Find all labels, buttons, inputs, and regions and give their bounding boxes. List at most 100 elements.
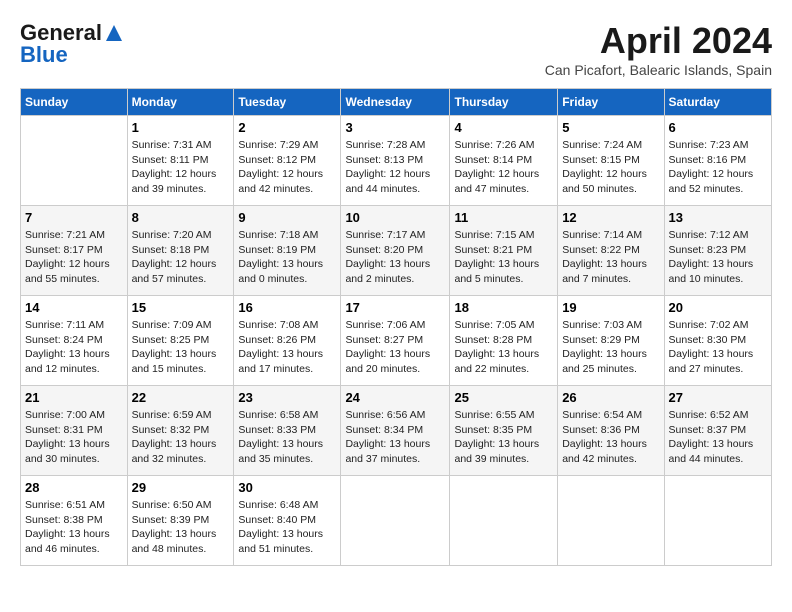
week-row-4: 21 Sunrise: 7:00 AMSunset: 8:31 PMDayligh… (21, 386, 772, 476)
week-row-5: 28 Sunrise: 6:51 AMSunset: 8:38 PMDayligh… (21, 476, 772, 566)
calendar-cell-w3-d7: 20 Sunrise: 7:02 AMSunset: 8:30 PMDayligh… (664, 296, 771, 386)
day-detail: Sunrise: 6:48 AMSunset: 8:40 PMDaylight:… (238, 498, 336, 557)
weekday-header-row: Sunday Monday Tuesday Wednesday Thursday… (21, 89, 772, 116)
calendar-cell-w4-d2: 22 Sunrise: 6:59 AMSunset: 8:32 PMDayligh… (127, 386, 234, 476)
day-number: 6 (669, 120, 767, 135)
logo-icon (104, 23, 124, 43)
calendar-cell-w4-d7: 27 Sunrise: 6:52 AMSunset: 8:37 PMDayligh… (664, 386, 771, 476)
week-row-2: 7Sunrise: 7:21 AMSunset: 8:17 PMDaylight… (21, 206, 772, 296)
page-container: General Blue April 2024 Can Picafort, Ba… (20, 20, 772, 566)
day-number: 25 (454, 390, 553, 405)
week-row-3: 14Sunrise: 7:11 AMSunset: 8:24 PMDayligh… (21, 296, 772, 386)
header-sunday: Sunday (21, 89, 128, 116)
day-detail: Sunrise: 7:18 AMSunset: 8:19 PMDaylight:… (238, 228, 336, 287)
calendar-cell-w3-d4: 17Sunrise: 7:06 AMSunset: 8:27 PMDayligh… (341, 296, 450, 386)
day-number: 21 (25, 390, 123, 405)
logo-blue-text: Blue (20, 42, 68, 68)
calendar-cell-w1-d5: 4Sunrise: 7:26 AMSunset: 8:14 PMDaylight… (450, 116, 558, 206)
day-detail: Sunrise: 7:15 AMSunset: 8:21 PMDaylight:… (454, 228, 553, 287)
calendar-cell-w3-d1: 14Sunrise: 7:11 AMSunset: 8:24 PMDayligh… (21, 296, 128, 386)
calendar-cell-w4-d1: 21 Sunrise: 7:00 AMSunset: 8:31 PMDayligh… (21, 386, 128, 476)
day-detail: Sunrise: 7:31 AMSunset: 8:11 PMDaylight:… (132, 138, 230, 197)
day-number: 18 (454, 300, 553, 315)
day-detail: Sunrise: 7:03 AMSunset: 8:29 PMDaylight:… (562, 318, 659, 377)
header-saturday: Saturday (664, 89, 771, 116)
calendar-cell-w5-d2: 29Sunrise: 6:50 AMSunset: 8:39 PMDayligh… (127, 476, 234, 566)
day-detail: Sunrise: 6:58 AMSunset: 8:33 PMDaylight:… (238, 408, 336, 467)
day-number: 24 (345, 390, 445, 405)
calendar-cell-w2-d1: 7Sunrise: 7:21 AMSunset: 8:17 PMDaylight… (21, 206, 128, 296)
calendar-cell-w4-d4: 24 Sunrise: 6:56 AMSunset: 8:34 PMDayligh… (341, 386, 450, 476)
day-detail: Sunrise: 7:21 AMSunset: 8:17 PMDaylight:… (25, 228, 123, 287)
day-detail: Sunrise: 6:55 AMSunset: 8:35 PMDaylight:… (454, 408, 553, 467)
day-number: 8 (132, 210, 230, 225)
calendar-cell-w2-d7: 13Sunrise: 7:12 AMSunset: 8:23 PMDayligh… (664, 206, 771, 296)
header: General Blue April 2024 Can Picafort, Ba… (20, 20, 772, 78)
day-number: 12 (562, 210, 659, 225)
day-detail: Sunrise: 7:00 AMSunset: 8:31 PMDaylight:… (25, 408, 123, 467)
header-wednesday: Wednesday (341, 89, 450, 116)
day-detail: Sunrise: 7:28 AMSunset: 8:13 PMDaylight:… (345, 138, 445, 197)
day-number: 5 (562, 120, 659, 135)
location: Can Picafort, Balearic Islands, Spain (545, 62, 772, 78)
day-number: 16 (238, 300, 336, 315)
day-number: 28 (25, 480, 123, 495)
day-number: 2 (238, 120, 336, 135)
calendar-cell-w4-d3: 23Sunrise: 6:58 AMSunset: 8:33 PMDayligh… (234, 386, 341, 476)
header-tuesday: Tuesday (234, 89, 341, 116)
calendar-cell-w3-d6: 19Sunrise: 7:03 AMSunset: 8:29 PMDayligh… (558, 296, 664, 386)
day-detail: Sunrise: 6:52 AMSunset: 8:37 PMDaylight:… (669, 408, 767, 467)
day-number: 26 (562, 390, 659, 405)
month-title: April 2024 (545, 20, 772, 62)
calendar-cell-w4-d5: 25 Sunrise: 6:55 AMSunset: 8:35 PMDayligh… (450, 386, 558, 476)
day-detail: Sunrise: 6:54 AMSunset: 8:36 PMDaylight:… (562, 408, 659, 467)
day-detail: Sunrise: 7:24 AMSunset: 8:15 PMDaylight:… (562, 138, 659, 197)
title-section: April 2024 Can Picafort, Balearic Island… (545, 20, 772, 78)
calendar-cell-w1-d4: 3 Sunrise: 7:28 AMSunset: 8:13 PMDaylight… (341, 116, 450, 206)
day-number: 10 (345, 210, 445, 225)
calendar-cell-w5-d1: 28 Sunrise: 6:51 AMSunset: 8:38 PMDayligh… (21, 476, 128, 566)
header-monday: Monday (127, 89, 234, 116)
day-detail: Sunrise: 7:29 AMSunset: 8:12 PMDaylight:… (238, 138, 336, 197)
day-number: 30 (238, 480, 336, 495)
calendar-cell-w2-d6: 12 Sunrise: 7:14 AMSunset: 8:22 PMDayligh… (558, 206, 664, 296)
day-detail: Sunrise: 7:14 AMSunset: 8:22 PMDaylight:… (562, 228, 659, 287)
day-number: 27 (669, 390, 767, 405)
logo: General Blue (20, 20, 124, 68)
week-row-1: 1Sunrise: 7:31 AMSunset: 8:11 PMDaylight… (21, 116, 772, 206)
calendar-cell-w1-d3: 2 Sunrise: 7:29 AMSunset: 8:12 PMDaylight… (234, 116, 341, 206)
day-number: 17 (345, 300, 445, 315)
calendar-cell-w5-d4 (341, 476, 450, 566)
calendar-cell-w3-d2: 15Sunrise: 7:09 AMSunset: 8:25 PMDayligh… (127, 296, 234, 386)
calendar-cell-w5-d3: 30 Sunrise: 6:48 AMSunset: 8:40 PMDayligh… (234, 476, 341, 566)
calendar-cell-w5-d5 (450, 476, 558, 566)
header-thursday: Thursday (450, 89, 558, 116)
day-detail: Sunrise: 6:59 AMSunset: 8:32 PMDaylight:… (132, 408, 230, 467)
calendar-cell-w1-d1 (21, 116, 128, 206)
calendar-cell-w5-d7 (664, 476, 771, 566)
day-detail: Sunrise: 7:17 AMSunset: 8:20 PMDaylight:… (345, 228, 445, 287)
calendar-cell-w4-d6: 26 Sunrise: 6:54 AMSunset: 8:36 PMDayligh… (558, 386, 664, 476)
day-detail: Sunrise: 7:02 AMSunset: 8:30 PMDaylight:… (669, 318, 767, 377)
day-number: 11 (454, 210, 553, 225)
day-number: 22 (132, 390, 230, 405)
day-detail: Sunrise: 7:20 AMSunset: 8:18 PMDaylight:… (132, 228, 230, 287)
calendar-cell-w2-d2: 8 Sunrise: 7:20 AMSunset: 8:18 PMDaylight… (127, 206, 234, 296)
calendar-cell-w1-d2: 1Sunrise: 7:31 AMSunset: 8:11 PMDaylight… (127, 116, 234, 206)
day-detail: Sunrise: 7:23 AMSunset: 8:16 PMDaylight:… (669, 138, 767, 197)
header-friday: Friday (558, 89, 664, 116)
day-detail: Sunrise: 7:26 AMSunset: 8:14 PMDaylight:… (454, 138, 553, 197)
day-detail: Sunrise: 6:51 AMSunset: 8:38 PMDaylight:… (25, 498, 123, 557)
day-detail: Sunrise: 7:09 AMSunset: 8:25 PMDaylight:… (132, 318, 230, 377)
calendar-cell-w1-d7: 6 Sunrise: 7:23 AMSunset: 8:16 PMDaylight… (664, 116, 771, 206)
day-number: 29 (132, 480, 230, 495)
calendar-cell-w5-d6 (558, 476, 664, 566)
calendar-cell-w3-d3: 16 Sunrise: 7:08 AMSunset: 8:26 PMDayligh… (234, 296, 341, 386)
day-number: 20 (669, 300, 767, 315)
day-detail: Sunrise: 7:08 AMSunset: 8:26 PMDaylight:… (238, 318, 336, 377)
day-number: 3 (345, 120, 445, 135)
day-detail: Sunrise: 7:12 AMSunset: 8:23 PMDaylight:… (669, 228, 767, 287)
calendar-table: Sunday Monday Tuesday Wednesday Thursday… (20, 88, 772, 566)
day-detail: Sunrise: 6:56 AMSunset: 8:34 PMDaylight:… (345, 408, 445, 467)
day-detail: Sunrise: 7:11 AMSunset: 8:24 PMDaylight:… (25, 318, 123, 377)
